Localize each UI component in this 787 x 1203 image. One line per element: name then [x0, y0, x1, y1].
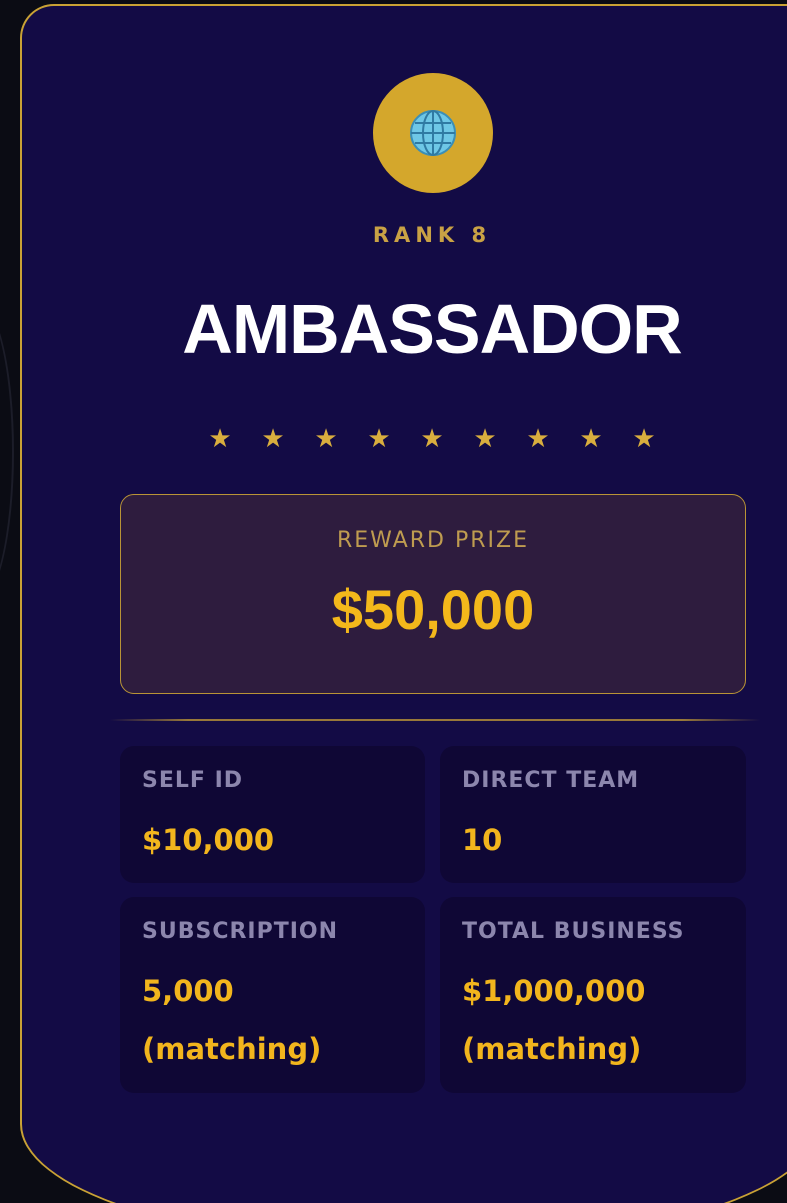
stat-subscription: SUBSCRIPTION 5,000 (matching) — [120, 897, 425, 1093]
rank-emblem — [373, 73, 493, 193]
star-icon: ★ — [261, 424, 285, 454]
reward-prize-label: REWARD PRIZE — [336, 528, 530, 553]
stat-value: $1,000,000 (matching) — [462, 974, 646, 1066]
stat-value: 10 — [462, 823, 503, 857]
star-icon: ★ — [632, 424, 656, 454]
star-icon: ★ — [526, 424, 550, 454]
stat-self-id: SELF ID $10,000 — [120, 746, 425, 883]
rank-stars: ★ ★ ★ ★ ★ ★ ★ ★ ★ — [22, 424, 787, 454]
star-icon: ★ — [579, 424, 603, 454]
section-divider — [110, 719, 760, 721]
rank-title: AMBASSADOR — [182, 290, 682, 368]
stat-direct-team: DIRECT TEAM 10 — [440, 746, 746, 883]
reward-prize-value: $50,000 — [331, 578, 535, 641]
page: RANK 8 AMBASSADOR ★ ★ ★ ★ ★ ★ ★ ★ ★ REWARD PRIZE… — [0, 0, 787, 1203]
stat-label: DIRECT TEAM — [462, 768, 640, 793]
stat-value: $10,000 — [142, 823, 275, 857]
rank-card: RANK 8 AMBASSADOR ★ ★ ★ ★ ★ ★ ★ ★ ★ REWARD PRIZE… — [20, 4, 787, 1203]
globe-icon — [410, 110, 456, 156]
star-icon: ★ — [420, 424, 444, 454]
reward-prize-box: REWARD PRIZE $50,000 — [120, 494, 746, 694]
stat-value: 5,000 (matching) — [142, 974, 322, 1066]
background-ring — [0, 300, 14, 604]
star-icon: ★ — [367, 424, 391, 454]
star-icon: ★ — [208, 424, 232, 454]
stat-label: TOTAL BUSINESS — [462, 919, 685, 944]
stat-label: SELF ID — [142, 768, 244, 793]
rank-number-label: RANK 8 — [372, 223, 492, 247]
stat-total-business: TOTAL BUSINESS $1,000,000 (matching) — [440, 897, 746, 1093]
stat-label: SUBSCRIPTION — [142, 919, 339, 944]
star-icon: ★ — [314, 424, 338, 454]
star-icon: ★ — [473, 424, 497, 454]
